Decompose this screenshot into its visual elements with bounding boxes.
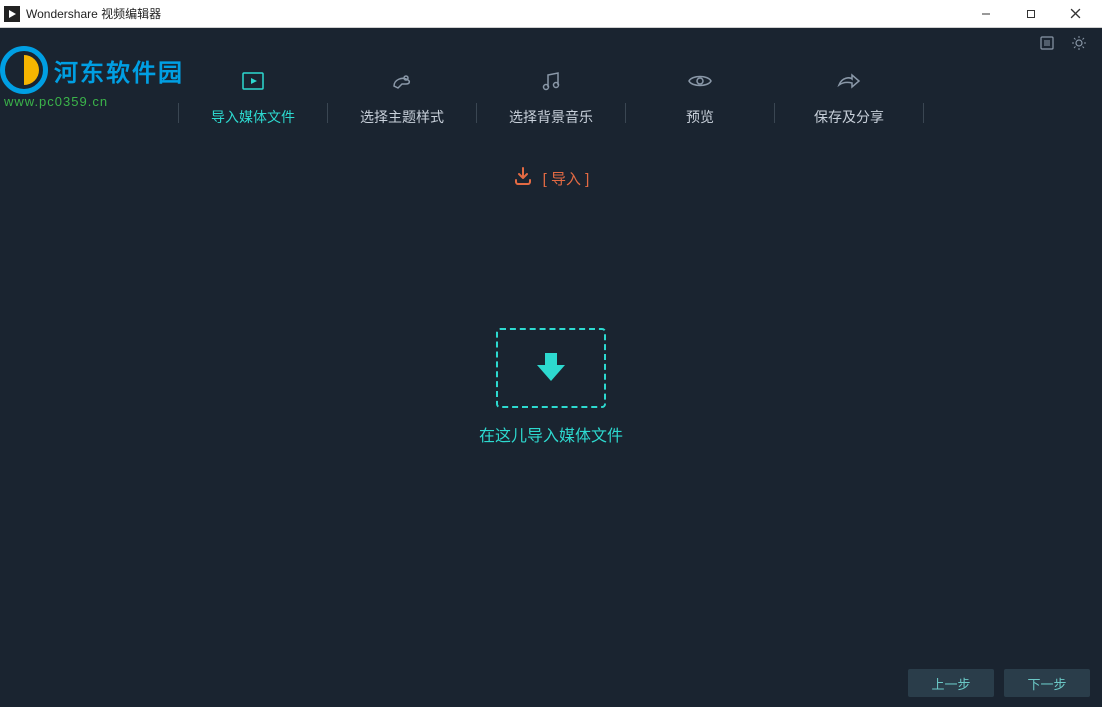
window-controls <box>963 0 1098 28</box>
arrow-down-icon <box>530 345 572 392</box>
list-icon[interactable] <box>1038 34 1056 52</box>
step-label: 选择主题样式 <box>360 107 444 127</box>
media-dropzone[interactable] <box>496 328 606 408</box>
maximize-button[interactable] <box>1008 0 1053 28</box>
step-preview[interactable]: 预览 <box>640 69 760 127</box>
eye-icon <box>687 69 713 93</box>
step-import-media[interactable]: 导入媒体文件 <box>193 69 313 127</box>
step-divider <box>178 103 179 123</box>
step-divider <box>774 103 775 123</box>
window-title: Wondershare 视频编辑器 <box>26 5 963 22</box>
step-save-share[interactable]: 保存及分享 <box>789 69 909 127</box>
steps-nav: 导入媒体文件 选择主题样式 选择背景音乐 预览 <box>0 58 1102 138</box>
step-label: 保存及分享 <box>814 107 884 127</box>
import-button[interactable]: [ 导入 ] <box>513 166 590 190</box>
prev-step-button[interactable]: 上一步 <box>908 669 994 697</box>
step-divider <box>923 103 924 123</box>
download-icon <box>513 166 533 190</box>
step-label: 预览 <box>686 107 714 127</box>
step-divider <box>327 103 328 123</box>
music-icon <box>540 69 562 93</box>
brightness-icon[interactable] <box>1070 34 1088 52</box>
titlebar: Wondershare 视频编辑器 <box>0 0 1102 28</box>
next-step-button[interactable]: 下一步 <box>1004 669 1090 697</box>
minimize-button[interactable] <box>963 0 1008 28</box>
step-choose-theme[interactable]: 选择主题样式 <box>342 69 462 127</box>
share-icon <box>836 69 862 93</box>
theme-icon <box>390 69 414 93</box>
step-choose-music[interactable]: 选择背景音乐 <box>491 69 611 127</box>
app-icon <box>4 6 20 22</box>
film-icon <box>241 69 265 93</box>
step-divider <box>625 103 626 123</box>
step-divider <box>476 103 477 123</box>
dropzone-label: 在这儿导入媒体文件 <box>479 422 623 446</box>
step-label: 导入媒体文件 <box>211 107 295 127</box>
import-label: [ 导入 ] <box>543 168 590 189</box>
close-button[interactable] <box>1053 0 1098 28</box>
footer: 上一步 下一步 <box>0 659 1102 707</box>
step-label: 选择背景音乐 <box>509 107 593 127</box>
